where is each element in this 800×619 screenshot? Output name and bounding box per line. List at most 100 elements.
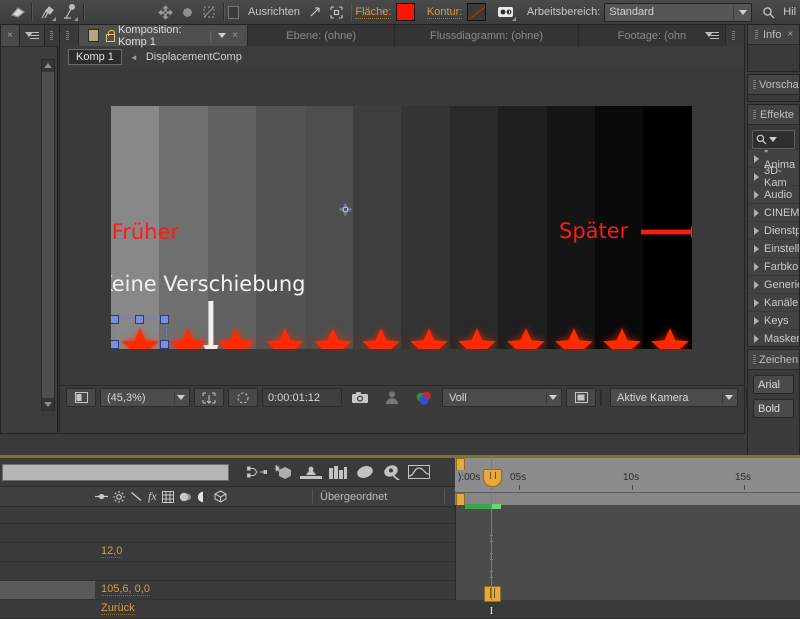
font-style-select[interactable]: Bold <box>753 399 794 418</box>
brainstorm-icon[interactable] <box>324 460 351 484</box>
show-snapshot-icon[interactable] <box>378 389 406 406</box>
fill-label[interactable]: Fläche: <box>355 6 392 19</box>
chevron-right-icon[interactable] <box>754 298 759 307</box>
selection-handle[interactable] <box>160 340 169 349</box>
close-icon[interactable]: × <box>7 30 13 41</box>
project-panel-scrollbar[interactable] <box>41 59 55 411</box>
stroke-color-swatch[interactable] <box>467 3 487 21</box>
timeline-keyframe-grid[interactable]: IIII <box>455 504 800 617</box>
solo-icon[interactable] <box>113 490 125 503</box>
shy-icon[interactable] <box>130 491 143 502</box>
selection-handle[interactable] <box>160 315 169 324</box>
comp-tab-grip-right[interactable] <box>726 25 744 46</box>
star-shape[interactable] <box>264 326 306 349</box>
chevron-right-icon[interactable] <box>754 154 759 163</box>
chevron-right-icon[interactable] <box>754 334 759 343</box>
breadcrumb-current[interactable]: DisplacementComp <box>146 51 242 63</box>
breadcrumb-chip-komp1[interactable]: Komp 1 <box>68 49 122 65</box>
mask-feather-icon[interactable] <box>176 1 198 23</box>
tab-komposition[interactable]: Komposition: Komp 1 | × <box>79 24 249 48</box>
chevron-right-icon[interactable] <box>754 244 759 253</box>
effects-category-item[interactable]: CINEMA <box>748 204 799 222</box>
scroll-up-icon[interactable] <box>44 63 52 68</box>
help-field-text[interactable]: Hil <box>783 6 796 18</box>
selection-handle[interactable] <box>111 340 119 349</box>
search-icon[interactable] <box>757 1 779 23</box>
close-icon[interactable]: × <box>232 30 238 41</box>
graph-icon[interactable] <box>405 460 432 484</box>
star-shape[interactable] <box>649 326 691 349</box>
mask-outline-icon[interactable] <box>228 388 258 407</box>
timeline-search-input[interactable] <box>2 463 229 481</box>
camera-select[interactable]: Aktive Kamera <box>610 388 738 407</box>
star-shape[interactable] <box>601 326 643 349</box>
clone-stamp-icon[interactable] <box>58 1 80 23</box>
tab-flussdiagramm[interactable]: Flussdiagramm: (ohne) <box>395 25 579 46</box>
property-value[interactable]: 12,0 <box>101 545 123 558</box>
snapshot-icon[interactable] <box>346 389 374 406</box>
effects-category-item[interactable]: Generie <box>748 276 799 294</box>
scroll-down-icon[interactable] <box>44 402 52 407</box>
close-icon[interactable]: × <box>787 29 793 40</box>
lock-icon[interactable] <box>104 30 115 42</box>
project-tab[interactable]: × <box>1 25 20 46</box>
panel-menu-icon[interactable] <box>705 31 719 40</box>
effects-category-item[interactable]: Einstell <box>748 240 799 258</box>
fx-icon[interactable]: fx <box>148 489 157 504</box>
resolution-select[interactable]: Voll <box>442 388 562 407</box>
effects-category-item[interactable]: Keys <box>748 312 799 330</box>
3d-layer-icon[interactable] <box>214 490 227 503</box>
chevron-right-icon[interactable] <box>754 280 759 289</box>
star-shape[interactable] <box>167 326 209 349</box>
work-area-bar[interactable] <box>455 492 800 508</box>
chevron-right-icon[interactable] <box>754 262 759 271</box>
workspace-select[interactable]: Standard <box>604 2 753 22</box>
star-shape[interactable] <box>215 326 257 349</box>
tab-footage[interactable]: Footage: (ohn <box>578 25 726 46</box>
composition-stage[interactable]: Früher Später Keine Verschiebung <box>111 106 692 349</box>
fill-color-swatch[interactable] <box>396 3 416 21</box>
puppet-pin-icon[interactable] <box>155 1 177 23</box>
star-shape[interactable] <box>456 326 498 349</box>
star-shape[interactable] <box>360 326 402 349</box>
current-time-field[interactable]: 0:00:01:12 <box>262 388 342 407</box>
chevron-right-icon[interactable] <box>754 172 759 181</box>
stroke-label[interactable]: Kontur: <box>426 6 463 19</box>
layer-selection-box[interactable] <box>111 315 169 349</box>
align-checkbox[interactable] <box>227 5 239 19</box>
align-grid-icon[interactable] <box>326 1 348 23</box>
layer-source-icon[interactable] <box>297 460 324 484</box>
channel-rgb-icon[interactable] <box>410 389 438 406</box>
frame-blend-icon[interactable] <box>161 490 174 503</box>
tab-ebene[interactable]: Ebene: (ohne) <box>248 25 396 46</box>
property-value[interactable]: Zurück <box>101 602 135 615</box>
chevron-right-icon[interactable] <box>754 208 759 217</box>
timeline-property-row[interactable]: Zurück <box>0 600 800 619</box>
current-time-indicator[interactable] <box>483 455 502 600</box>
motion-blur-icon[interactable] <box>270 460 297 484</box>
effects-search-input[interactable] <box>752 130 795 149</box>
effects-category-item[interactable]: Audio <box>748 186 799 204</box>
font-family-select[interactable]: Arial <box>753 375 794 394</box>
star-shape[interactable] <box>505 326 547 349</box>
align-snap-icon[interactable] <box>304 1 326 23</box>
star-shape[interactable] <box>312 326 354 349</box>
chevron-right-icon[interactable] <box>754 316 759 325</box>
timeline-ruler[interactable]: ):00s 05s 10s 15s <box>455 455 800 508</box>
toggle-transparency-grid-icon[interactable] <box>66 388 96 407</box>
property-value[interactable]: 105,6, 0,0 <box>101 583 150 596</box>
anchor-icon[interactable] <box>95 491 108 502</box>
composition-viewport[interactable]: Früher Später Keine Verschiebung (45,3%)… <box>60 68 800 409</box>
effects-category-item[interactable]: Farbko <box>748 258 799 276</box>
3d-renderer-icon[interactable] <box>351 460 378 484</box>
effects-category-item[interactable]: 3D-Kam <box>748 165 799 189</box>
scrollbar-thumb[interactable] <box>42 72 54 398</box>
info-panel-tab[interactable]: Info × <box>748 25 799 45</box>
effects-panel-tab[interactable]: Effekte <box>748 105 799 125</box>
keyframe-marker[interactable]: I <box>487 605 496 618</box>
adjustment-icon[interactable] <box>197 491 209 503</box>
motion-blur-switch-icon[interactable] <box>179 491 192 503</box>
chevron-down-icon[interactable] <box>769 137 777 142</box>
toggle-masks-icon[interactable] <box>496 1 518 23</box>
cti-handle[interactable] <box>483 469 502 487</box>
